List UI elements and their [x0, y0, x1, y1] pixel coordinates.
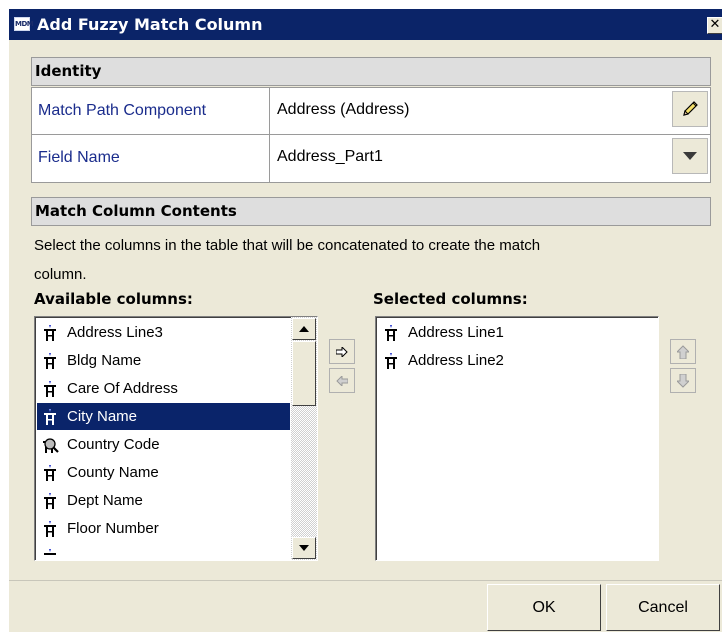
description-line-2: column.	[34, 266, 87, 283]
arrow-down-icon	[677, 373, 689, 388]
arrow-left-icon	[336, 375, 348, 386]
available-item-label: Bldg Name	[67, 352, 142, 369]
available-item-label: Care Of Address	[67, 380, 178, 397]
triangle-up-icon	[299, 326, 309, 332]
column-icon	[44, 521, 56, 537]
column-icon	[44, 493, 56, 509]
footer-divider	[9, 580, 722, 581]
available-item-label: City Name	[67, 408, 138, 425]
column-icon	[44, 353, 56, 369]
available-item-label: County Name	[67, 464, 159, 481]
column-icon	[385, 325, 397, 341]
triangle-down-icon	[299, 545, 309, 551]
description-line-1: Select the columns in the table that wil…	[34, 237, 541, 254]
list-item-selected[interactable]: City Name	[37, 403, 290, 430]
list-item-partial[interactable]	[37, 543, 290, 560]
column-icon	[44, 381, 56, 397]
close-button[interactable]: ✕	[707, 17, 722, 34]
list-item[interactable]: Address Line1	[378, 319, 654, 346]
list-item[interactable]: Address Line2	[378, 347, 654, 374]
column-icon	[44, 465, 56, 481]
available-scrollbar[interactable]	[291, 317, 317, 560]
selected-item-label: Address Line2	[408, 352, 504, 369]
column-icon	[385, 353, 397, 369]
identity-section-header: Identity	[31, 57, 711, 86]
chevron-down-icon	[683, 152, 697, 160]
match-path-component-row: Match Path Component Address (Address)	[32, 88, 710, 135]
scroll-down-button[interactable]	[292, 537, 316, 559]
available-item-label: Dept Name	[67, 492, 143, 509]
list-item[interactable]: County Name	[37, 459, 290, 486]
mdm-app-icon: MDM	[14, 17, 34, 31]
field-name-value[interactable]: Address_Part1	[277, 135, 383, 179]
arrow-up-icon	[677, 344, 689, 359]
match-path-component-value: Address (Address)	[277, 101, 410, 118]
list-item[interactable]: Care Of Address	[37, 375, 290, 402]
selected-columns-label: Selected columns:	[373, 290, 528, 308]
list-item[interactable]: Country Code	[37, 431, 290, 458]
pencil-icon	[683, 101, 698, 116]
match-path-component-label: Match Path Component	[32, 88, 270, 134]
available-item-label: Address Line3	[67, 324, 163, 341]
available-item-label: Floor Number	[67, 520, 159, 537]
match-column-contents-header: Match Column Contents	[31, 197, 711, 226]
add-column-button[interactable]	[329, 339, 355, 364]
list-item[interactable]: Bldg Name	[37, 347, 290, 374]
identity-grid: Match Path Component Address (Address) F…	[31, 87, 711, 183]
column-icon	[44, 549, 56, 555]
add-fuzzy-match-column-dialog: MDM Add Fuzzy Match Column ✕ Identity Ma…	[8, 8, 722, 632]
edit-match-path-button[interactable]	[672, 91, 708, 127]
scroll-up-button[interactable]	[292, 318, 316, 340]
list-item[interactable]: Floor Number	[37, 515, 290, 542]
field-name-row: Field Name Address_Part1	[32, 135, 710, 182]
list-item[interactable]: Address Line3	[37, 319, 290, 346]
available-columns-label: Available columns:	[34, 290, 193, 308]
dialog-title: Add Fuzzy Match Column	[37, 15, 263, 34]
ok-button[interactable]: OK	[487, 584, 601, 631]
column-icon	[44, 325, 56, 341]
list-item[interactable]: Dept Name	[37, 487, 290, 514]
field-name-label: Field Name	[32, 135, 270, 182]
move-up-button[interactable]	[670, 339, 696, 364]
cancel-button[interactable]: Cancel	[606, 584, 720, 631]
match-column-description: Select the columns in the table that wil…	[34, 231, 714, 289]
title-bar[interactable]: MDM Add Fuzzy Match Column ✕	[9, 9, 722, 40]
available-item-label: Country Code	[67, 436, 160, 453]
scroll-thumb[interactable]	[292, 341, 316, 406]
selected-columns-list[interactable]: Address Line1 Address Line2	[375, 316, 659, 561]
move-down-button[interactable]	[670, 368, 696, 393]
arrow-right-icon	[336, 346, 348, 357]
remove-column-button[interactable]	[329, 368, 355, 393]
selected-item-label: Address Line1	[408, 324, 504, 341]
lookup-column-icon	[43, 438, 59, 453]
available-columns-list[interactable]: Address Line3 Bldg Name Care Of Address …	[34, 316, 318, 561]
field-name-dropdown-button[interactable]	[672, 138, 708, 174]
column-icon	[44, 409, 56, 425]
